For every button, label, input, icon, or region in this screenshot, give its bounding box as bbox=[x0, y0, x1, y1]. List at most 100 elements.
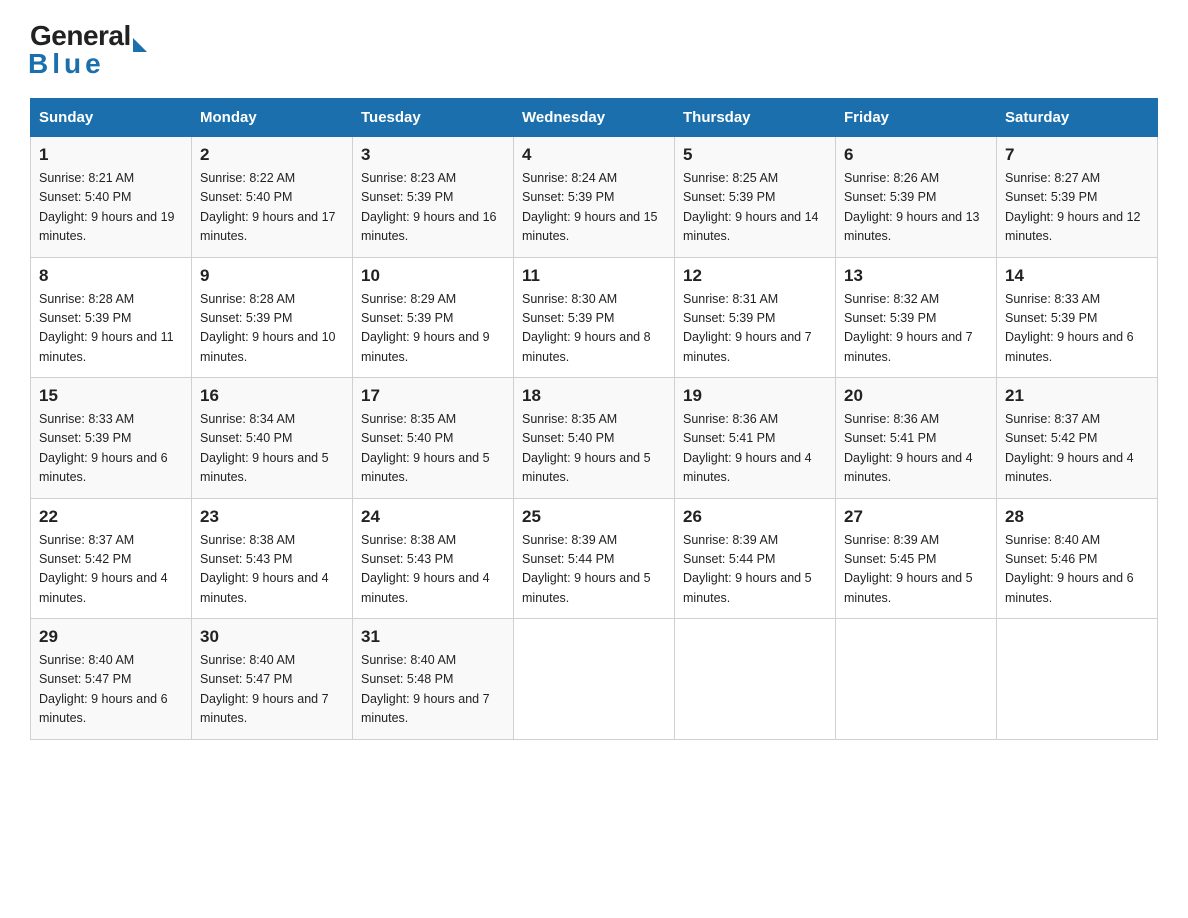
day-info: Sunrise: 8:35 AM Sunset: 5:40 PM Dayligh… bbox=[522, 410, 666, 488]
calendar-cell: 5 Sunrise: 8:25 AM Sunset: 5:39 PM Dayli… bbox=[675, 137, 836, 258]
day-number: 31 bbox=[361, 627, 505, 647]
day-number: 8 bbox=[39, 266, 183, 286]
day-info: Sunrise: 8:40 AM Sunset: 5:46 PM Dayligh… bbox=[1005, 531, 1149, 609]
day-info: Sunrise: 8:36 AM Sunset: 5:41 PM Dayligh… bbox=[683, 410, 827, 488]
day-info: Sunrise: 8:35 AM Sunset: 5:40 PM Dayligh… bbox=[361, 410, 505, 488]
day-number: 1 bbox=[39, 145, 183, 165]
calendar-cell: 2 Sunrise: 8:22 AM Sunset: 5:40 PM Dayli… bbox=[192, 137, 353, 258]
calendar-cell: 1 Sunrise: 8:21 AM Sunset: 5:40 PM Dayli… bbox=[31, 137, 192, 258]
calendar-cell: 27 Sunrise: 8:39 AM Sunset: 5:45 PM Dayl… bbox=[836, 498, 997, 619]
calendar-week-row: 22 Sunrise: 8:37 AM Sunset: 5:42 PM Dayl… bbox=[31, 498, 1158, 619]
day-info: Sunrise: 8:31 AM Sunset: 5:39 PM Dayligh… bbox=[683, 290, 827, 368]
calendar-header: SundayMondayTuesdayWednesdayThursdayFrid… bbox=[31, 99, 1158, 137]
day-info: Sunrise: 8:22 AM Sunset: 5:40 PM Dayligh… bbox=[200, 169, 344, 247]
calendar-cell: 18 Sunrise: 8:35 AM Sunset: 5:40 PM Dayl… bbox=[514, 378, 675, 499]
day-number: 29 bbox=[39, 627, 183, 647]
day-number: 4 bbox=[522, 145, 666, 165]
calendar-cell: 14 Sunrise: 8:33 AM Sunset: 5:39 PM Dayl… bbox=[997, 257, 1158, 378]
calendar-cell: 20 Sunrise: 8:36 AM Sunset: 5:41 PM Dayl… bbox=[836, 378, 997, 499]
calendar-table: SundayMondayTuesdayWednesdayThursdayFrid… bbox=[30, 98, 1158, 740]
day-info: Sunrise: 8:24 AM Sunset: 5:39 PM Dayligh… bbox=[522, 169, 666, 247]
calendar-cell: 22 Sunrise: 8:37 AM Sunset: 5:42 PM Dayl… bbox=[31, 498, 192, 619]
logo: General Blue bbox=[30, 20, 147, 80]
day-number: 27 bbox=[844, 507, 988, 527]
day-number: 25 bbox=[522, 507, 666, 527]
day-info: Sunrise: 8:40 AM Sunset: 5:47 PM Dayligh… bbox=[200, 651, 344, 729]
calendar-cell: 25 Sunrise: 8:39 AM Sunset: 5:44 PM Dayl… bbox=[514, 498, 675, 619]
day-info: Sunrise: 8:37 AM Sunset: 5:42 PM Dayligh… bbox=[39, 531, 183, 609]
day-number: 13 bbox=[844, 266, 988, 286]
weekday-header-saturday: Saturday bbox=[997, 99, 1158, 137]
calendar-cell: 28 Sunrise: 8:40 AM Sunset: 5:46 PM Dayl… bbox=[997, 498, 1158, 619]
day-info: Sunrise: 8:30 AM Sunset: 5:39 PM Dayligh… bbox=[522, 290, 666, 368]
day-info: Sunrise: 8:27 AM Sunset: 5:39 PM Dayligh… bbox=[1005, 169, 1149, 247]
day-number: 18 bbox=[522, 386, 666, 406]
day-info: Sunrise: 8:28 AM Sunset: 5:39 PM Dayligh… bbox=[39, 290, 183, 368]
day-info: Sunrise: 8:28 AM Sunset: 5:39 PM Dayligh… bbox=[200, 290, 344, 368]
calendar-week-row: 29 Sunrise: 8:40 AM Sunset: 5:47 PM Dayl… bbox=[31, 619, 1158, 740]
weekday-header-friday: Friday bbox=[836, 99, 997, 137]
day-info: Sunrise: 8:25 AM Sunset: 5:39 PM Dayligh… bbox=[683, 169, 827, 247]
day-number: 14 bbox=[1005, 266, 1149, 286]
calendar-week-row: 8 Sunrise: 8:28 AM Sunset: 5:39 PM Dayli… bbox=[31, 257, 1158, 378]
calendar-cell: 13 Sunrise: 8:32 AM Sunset: 5:39 PM Dayl… bbox=[836, 257, 997, 378]
day-info: Sunrise: 8:29 AM Sunset: 5:39 PM Dayligh… bbox=[361, 290, 505, 368]
logo-triangle-icon bbox=[133, 38, 147, 52]
calendar-cell: 31 Sunrise: 8:40 AM Sunset: 5:48 PM Dayl… bbox=[353, 619, 514, 740]
calendar-cell: 8 Sunrise: 8:28 AM Sunset: 5:39 PM Dayli… bbox=[31, 257, 192, 378]
calendar-cell: 23 Sunrise: 8:38 AM Sunset: 5:43 PM Dayl… bbox=[192, 498, 353, 619]
day-number: 11 bbox=[522, 266, 666, 286]
weekday-header-monday: Monday bbox=[192, 99, 353, 137]
day-info: Sunrise: 8:34 AM Sunset: 5:40 PM Dayligh… bbox=[200, 410, 344, 488]
day-info: Sunrise: 8:38 AM Sunset: 5:43 PM Dayligh… bbox=[200, 531, 344, 609]
calendar-cell: 7 Sunrise: 8:27 AM Sunset: 5:39 PM Dayli… bbox=[997, 137, 1158, 258]
day-number: 2 bbox=[200, 145, 344, 165]
day-number: 6 bbox=[844, 145, 988, 165]
calendar-cell: 19 Sunrise: 8:36 AM Sunset: 5:41 PM Dayl… bbox=[675, 378, 836, 499]
day-info: Sunrise: 8:32 AM Sunset: 5:39 PM Dayligh… bbox=[844, 290, 988, 368]
weekday-header-row: SundayMondayTuesdayWednesdayThursdayFrid… bbox=[31, 99, 1158, 137]
calendar-week-row: 1 Sunrise: 8:21 AM Sunset: 5:40 PM Dayli… bbox=[31, 137, 1158, 258]
day-info: Sunrise: 8:40 AM Sunset: 5:48 PM Dayligh… bbox=[361, 651, 505, 729]
calendar-cell bbox=[675, 619, 836, 740]
day-number: 30 bbox=[200, 627, 344, 647]
calendar-cell: 26 Sunrise: 8:39 AM Sunset: 5:44 PM Dayl… bbox=[675, 498, 836, 619]
day-number: 5 bbox=[683, 145, 827, 165]
day-number: 28 bbox=[1005, 507, 1149, 527]
weekday-header-wednesday: Wednesday bbox=[514, 99, 675, 137]
calendar-cell: 3 Sunrise: 8:23 AM Sunset: 5:39 PM Dayli… bbox=[353, 137, 514, 258]
calendar-cell: 4 Sunrise: 8:24 AM Sunset: 5:39 PM Dayli… bbox=[514, 137, 675, 258]
calendar-cell bbox=[836, 619, 997, 740]
calendar-cell bbox=[997, 619, 1158, 740]
calendar-cell: 6 Sunrise: 8:26 AM Sunset: 5:39 PM Dayli… bbox=[836, 137, 997, 258]
calendar-cell: 30 Sunrise: 8:40 AM Sunset: 5:47 PM Dayl… bbox=[192, 619, 353, 740]
day-number: 23 bbox=[200, 507, 344, 527]
day-info: Sunrise: 8:39 AM Sunset: 5:44 PM Dayligh… bbox=[683, 531, 827, 609]
day-info: Sunrise: 8:37 AM Sunset: 5:42 PM Dayligh… bbox=[1005, 410, 1149, 488]
day-number: 7 bbox=[1005, 145, 1149, 165]
calendar-cell: 24 Sunrise: 8:38 AM Sunset: 5:43 PM Dayl… bbox=[353, 498, 514, 619]
day-number: 9 bbox=[200, 266, 344, 286]
calendar-cell: 11 Sunrise: 8:30 AM Sunset: 5:39 PM Dayl… bbox=[514, 257, 675, 378]
day-number: 10 bbox=[361, 266, 505, 286]
calendar-cell: 16 Sunrise: 8:34 AM Sunset: 5:40 PM Dayl… bbox=[192, 378, 353, 499]
calendar-cell: 12 Sunrise: 8:31 AM Sunset: 5:39 PM Dayl… bbox=[675, 257, 836, 378]
day-number: 12 bbox=[683, 266, 827, 286]
day-number: 17 bbox=[361, 386, 505, 406]
calendar-body: 1 Sunrise: 8:21 AM Sunset: 5:40 PM Dayli… bbox=[31, 137, 1158, 740]
day-number: 20 bbox=[844, 386, 988, 406]
weekday-header-sunday: Sunday bbox=[31, 99, 192, 137]
day-info: Sunrise: 8:21 AM Sunset: 5:40 PM Dayligh… bbox=[39, 169, 183, 247]
weekday-header-thursday: Thursday bbox=[675, 99, 836, 137]
calendar-cell: 21 Sunrise: 8:37 AM Sunset: 5:42 PM Dayl… bbox=[997, 378, 1158, 499]
day-info: Sunrise: 8:39 AM Sunset: 5:44 PM Dayligh… bbox=[522, 531, 666, 609]
day-info: Sunrise: 8:36 AM Sunset: 5:41 PM Dayligh… bbox=[844, 410, 988, 488]
day-info: Sunrise: 8:23 AM Sunset: 5:39 PM Dayligh… bbox=[361, 169, 505, 247]
calendar-week-row: 15 Sunrise: 8:33 AM Sunset: 5:39 PM Dayl… bbox=[31, 378, 1158, 499]
calendar-cell: 17 Sunrise: 8:35 AM Sunset: 5:40 PM Dayl… bbox=[353, 378, 514, 499]
day-info: Sunrise: 8:33 AM Sunset: 5:39 PM Dayligh… bbox=[1005, 290, 1149, 368]
day-info: Sunrise: 8:38 AM Sunset: 5:43 PM Dayligh… bbox=[361, 531, 505, 609]
day-number: 15 bbox=[39, 386, 183, 406]
calendar-cell: 9 Sunrise: 8:28 AM Sunset: 5:39 PM Dayli… bbox=[192, 257, 353, 378]
day-info: Sunrise: 8:40 AM Sunset: 5:47 PM Dayligh… bbox=[39, 651, 183, 729]
